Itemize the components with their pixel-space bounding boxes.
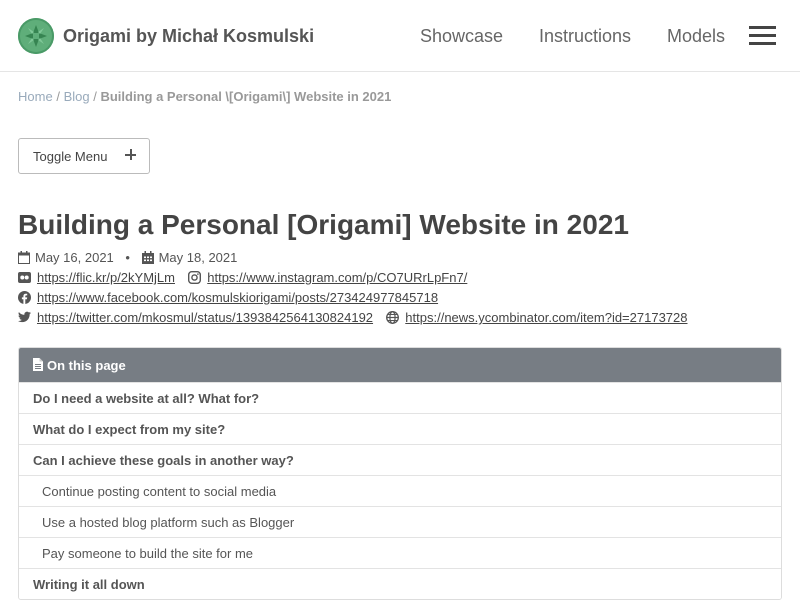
- breadcrumb-blog[interactable]: Blog: [64, 89, 90, 104]
- site-title[interactable]: Origami by Michał Kosmulski: [63, 26, 314, 47]
- toc-item[interactable]: Do I need a website at all? What for?: [19, 382, 781, 413]
- toc-item[interactable]: Can I achieve these goals in another way…: [19, 444, 781, 475]
- document-icon: [33, 358, 46, 371]
- hackernews-link[interactable]: https://news.ycombinator.com/item?id=271…: [405, 310, 687, 325]
- toggle-menu-button[interactable]: Toggle Menu: [18, 138, 150, 174]
- twitter-icon: [18, 311, 31, 324]
- toc-subitem-label[interactable]: Continue posting content to social media: [42, 484, 276, 499]
- toc-subitem[interactable]: Pay someone to build the site for me: [19, 537, 781, 568]
- nav-showcase[interactable]: Showcase: [420, 26, 503, 47]
- calendar-icon: [18, 251, 31, 264]
- flickr-link[interactable]: https://flic.kr/p/2kYMjLm: [37, 270, 175, 285]
- published-date: May 16, 2021: [35, 250, 114, 265]
- table-of-contents: On this page Do I need a website at all?…: [18, 347, 782, 600]
- breadcrumb-home[interactable]: Home: [18, 89, 53, 104]
- globe-icon: [386, 311, 400, 324]
- site-header: Origami by Michał Kosmulski Showcase Ins…: [0, 0, 800, 72]
- toc-subitem-label[interactable]: Pay someone to build the site for me: [42, 546, 253, 561]
- hamburger-menu-icon[interactable]: [749, 24, 776, 48]
- toc-subitem[interactable]: Use a hosted blog platform such as Blogg…: [19, 506, 781, 537]
- social-links-row: https://www.facebook.com/kosmulskiorigam…: [18, 290, 438, 305]
- toc-item[interactable]: What do I expect from my site?: [19, 413, 781, 444]
- page-title: Building a Personal [Origami] Website in…: [18, 209, 629, 240]
- social-links-row: https://twitter.com/mkosmul/status/13938…: [18, 310, 688, 325]
- plus-icon: [125, 149, 136, 160]
- instagram-icon: [188, 271, 202, 284]
- facebook-link[interactable]: https://www.facebook.com/kosmulskiorigam…: [37, 290, 438, 305]
- toc-item-label[interactable]: What do I expect from my site?: [33, 422, 225, 437]
- toc-subitem[interactable]: Continue posting content to social media: [19, 475, 781, 506]
- facebook-icon: [18, 291, 31, 304]
- instagram-link[interactable]: https://www.instagram.com/p/CO7URrLpFn7/: [207, 270, 467, 285]
- breadcrumb: Home / Blog / Building a Personal \[Orig…: [18, 89, 391, 104]
- toc-header: On this page: [19, 348, 781, 382]
- toggle-menu-label: Toggle Menu: [33, 149, 108, 164]
- logo-icon[interactable]: [18, 18, 54, 54]
- updated-date: May 18, 2021: [158, 250, 238, 265]
- breadcrumb-separator: /: [93, 89, 97, 104]
- nav-instructions[interactable]: Instructions: [539, 26, 631, 47]
- date-separator: •: [125, 250, 130, 265]
- flickr-icon: [18, 271, 31, 284]
- toc-subitem-label[interactable]: Use a hosted blog platform such as Blogg…: [42, 515, 294, 530]
- twitter-link[interactable]: https://twitter.com/mkosmul/status/13938…: [37, 310, 373, 325]
- nav-models[interactable]: Models: [667, 26, 725, 47]
- article-dates: May 16, 2021 • May 18, 2021: [18, 250, 237, 265]
- toc-item-label[interactable]: Can I achieve these goals in another way…: [33, 453, 294, 468]
- social-links-row: https://flic.kr/p/2kYMjLm https://www.in…: [18, 270, 467, 285]
- toc-item-label[interactable]: Do I need a website at all? What for?: [33, 391, 259, 406]
- breadcrumb-current: Building a Personal \[Origami\] Website …: [100, 89, 392, 104]
- toc-item-label[interactable]: Writing it all down: [33, 577, 145, 592]
- toc-item[interactable]: Writing it all down: [19, 568, 781, 599]
- calendar-updated-icon: [141, 251, 155, 264]
- breadcrumb-separator: /: [56, 89, 60, 104]
- toc-heading: On this page: [47, 358, 126, 373]
